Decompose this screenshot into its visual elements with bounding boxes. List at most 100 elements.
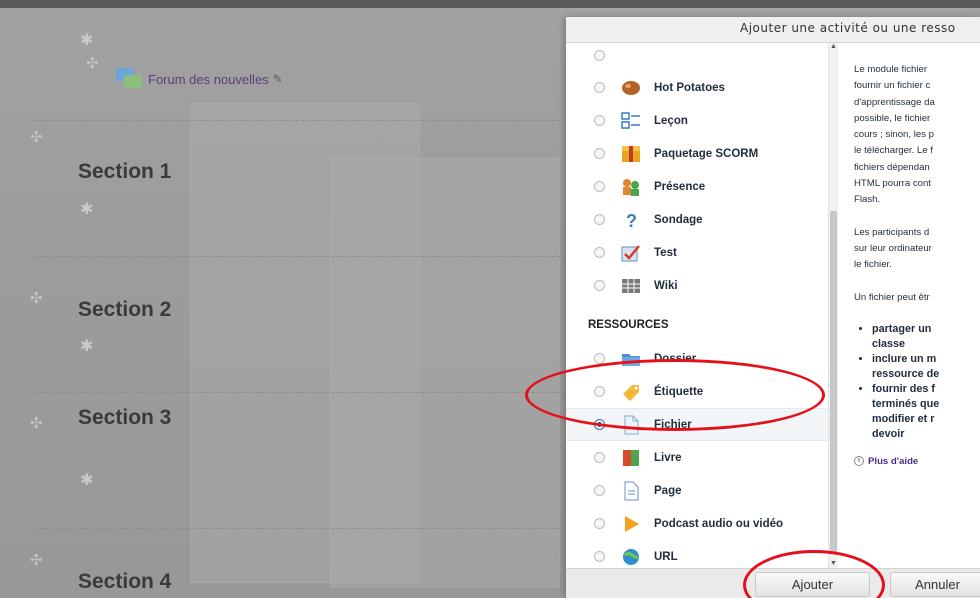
- page-icon: [624, 481, 639, 500]
- add-button[interactable]: Ajouter: [755, 572, 870, 597]
- lesson-icon: [621, 111, 640, 129]
- list-item-hot-potatoes[interactable]: Hot Potatoes: [566, 71, 828, 104]
- section-title: Section 1: [78, 160, 172, 183]
- list-item-wiki[interactable]: Wiki: [566, 269, 828, 302]
- help-bullet-list: partager unclasse inclure un mressource …: [854, 322, 980, 442]
- list-item-label[interactable]: Étiquette: [566, 375, 828, 408]
- forum-row[interactable]: Forum des nouvelles ✎: [116, 68, 283, 90]
- help-line: fournir un fichier c: [854, 80, 931, 92]
- pencil-edit-icon[interactable]: ✎: [273, 72, 283, 86]
- radio-button[interactable]: [594, 82, 605, 93]
- list-item-quiz[interactable]: Test: [566, 236, 828, 269]
- help-bullet: fournir des fterminés quemodifier et rde…: [872, 382, 980, 442]
- list-item-page[interactable]: Page: [566, 474, 828, 507]
- gear-icon[interactable]: ✱: [80, 202, 93, 218]
- radio-button[interactable]: [594, 181, 605, 192]
- help-line: HTML pourra cont: [854, 178, 931, 190]
- radio-button[interactable]: [594, 386, 605, 397]
- list-item-folder[interactable]: Dossier: [566, 342, 828, 375]
- help-line: Les participants d: [854, 226, 930, 238]
- help-line: possible, le fichier: [854, 112, 931, 124]
- list-item-lesson[interactable]: Leçon: [566, 104, 828, 137]
- help-paragraph: Le module fichier fournir un fichier c d…: [854, 62, 980, 209]
- section-title: Section 3: [78, 406, 172, 429]
- gear-icon[interactable]: ✱: [80, 33, 93, 49]
- list-item-survey[interactable]: ? Sondage: [566, 203, 828, 236]
- item-label: Étiquette: [654, 385, 704, 398]
- item-label: Test: [654, 246, 677, 259]
- top-bar: [0, 0, 980, 8]
- scroll-down-arrow-icon[interactable]: ▼: [830, 560, 837, 567]
- add-activity-dialog: Ajouter une activité ou une resso Hot Po…: [566, 17, 980, 598]
- podcast-play-icon: [625, 515, 639, 532]
- move-icon[interactable]: ✣: [86, 56, 99, 71]
- radio-button[interactable]: [594, 518, 605, 529]
- help-line: Un fichier peut êtr: [854, 291, 930, 303]
- item-label: Wiki: [654, 279, 678, 292]
- svg-text:?: ?: [626, 211, 637, 230]
- book-icon: [623, 449, 639, 466]
- item-label: Leçon: [654, 114, 688, 127]
- item-label: Hot Potatoes: [654, 81, 725, 94]
- radio-button[interactable]: [594, 115, 605, 126]
- help-line: Flash.: [854, 194, 881, 206]
- activity-list[interactable]: Hot Potatoes Leçon Paquetage SCORM Prése…: [566, 43, 828, 568]
- move-icon[interactable]: ✣: [30, 553, 43, 568]
- list-item-scorm[interactable]: Paquetage SCORM: [566, 137, 828, 170]
- radio-button[interactable]: [594, 247, 605, 258]
- help-line: d'apprentissage da: [854, 96, 935, 108]
- scroll-up-arrow-icon[interactable]: ▲: [830, 43, 837, 50]
- radio-button[interactable]: [594, 551, 605, 562]
- more-help-label[interactable]: Plus d'aide: [868, 456, 918, 467]
- list-item-url[interactable]: URL: [566, 540, 828, 568]
- cancel-button[interactable]: Annuler: [890, 572, 980, 597]
- forum-link[interactable]: Forum des nouvelles: [148, 72, 269, 87]
- info-icon: i: [854, 456, 864, 467]
- radio-button-selected[interactable]: [594, 419, 605, 430]
- gear-icon[interactable]: ✱: [80, 339, 93, 355]
- item-label: Présence: [654, 180, 706, 193]
- item-label: Fichier: [654, 418, 692, 431]
- list-item-attendance[interactable]: Présence: [566, 170, 828, 203]
- section-divider: [30, 256, 570, 257]
- hot-potatoes-icon: [622, 80, 640, 95]
- file-icon: [624, 415, 639, 434]
- section-title: Section 2: [78, 298, 172, 321]
- dialog-title: Ajouter une activité ou une resso: [566, 17, 980, 43]
- move-icon[interactable]: ✣: [30, 291, 43, 306]
- help-line: le fichier.: [854, 259, 892, 271]
- help-bullet: partager unclasse: [872, 322, 980, 352]
- radio-button[interactable]: [594, 452, 605, 463]
- gear-icon[interactable]: ✱: [80, 473, 93, 489]
- question-mark-icon: ?: [626, 211, 637, 230]
- background-building: [330, 158, 560, 588]
- help-line: le télécharger. Le f: [854, 145, 933, 157]
- list-scrollbar[interactable]: ▲ ▼: [828, 43, 838, 568]
- move-icon[interactable]: ✣: [30, 130, 43, 145]
- list-item-book[interactable]: Livre: [566, 441, 828, 474]
- dialog-footer: Ajouter Annuler: [566, 568, 980, 598]
- item-label: URL: [654, 550, 678, 563]
- move-icon[interactable]: ✣: [30, 416, 43, 431]
- scorm-package-icon: [622, 145, 640, 162]
- radio-button[interactable]: [594, 485, 605, 496]
- label-tag-icon: [623, 384, 639, 401]
- more-help-link[interactable]: i Plus d'aide: [854, 454, 980, 470]
- forum-icon: [116, 68, 142, 90]
- radio-button[interactable]: [594, 214, 605, 225]
- list-item-podcast[interactable]: Podcast audio ou vidéo: [566, 507, 828, 540]
- radio-button[interactable]: [594, 280, 605, 291]
- help-line: Le module fichier: [854, 64, 928, 75]
- item-label: Paquetage SCORM: [654, 147, 759, 160]
- wiki-icon: [622, 278, 640, 293]
- radio-button[interactable]: [594, 50, 605, 61]
- radio-button[interactable]: [594, 353, 605, 364]
- section-divider: [30, 392, 570, 393]
- scroll-thumb[interactable]: [830, 211, 837, 553]
- help-line: fichiers dépendan: [854, 161, 930, 173]
- radio-button[interactable]: [594, 148, 605, 159]
- help-line: sur leur ordinateur: [854, 242, 932, 254]
- list-item-file[interactable]: Fichier: [566, 408, 828, 441]
- item-label: Page: [654, 484, 682, 497]
- quiz-check-icon: [621, 244, 640, 261]
